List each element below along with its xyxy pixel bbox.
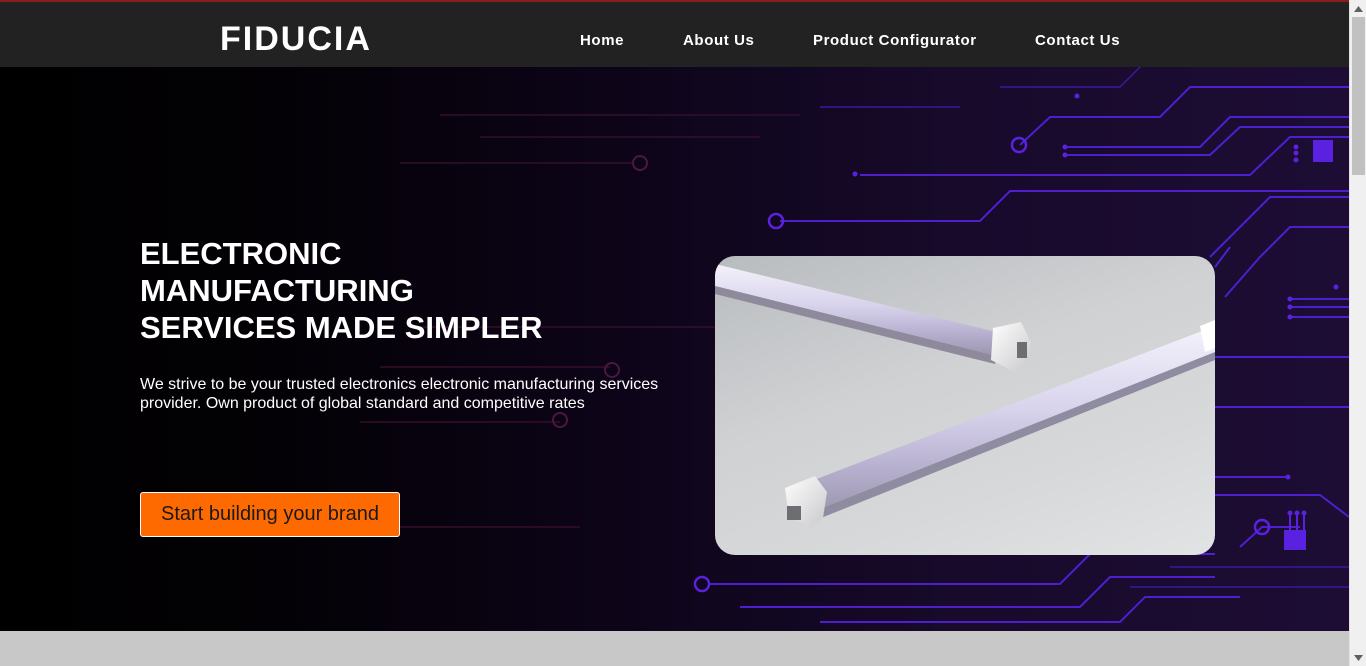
next-section-strip [0, 631, 1349, 666]
nav-about-us[interactable]: About Us [683, 32, 754, 49]
navbar: FIDUCIA Home About Us Product Configurat… [0, 2, 1349, 67]
hero-subtext: We strive to be your trusted electronics… [140, 376, 659, 412]
headline-line-1: ELECTRONIC [140, 236, 342, 271]
nav-home[interactable]: Home [580, 32, 624, 49]
scroll-down-arrow-icon[interactable] [1350, 649, 1366, 666]
brand-logo[interactable]: FIDUCIA [220, 20, 372, 59]
led-tube-lights-illustration [715, 264, 1215, 526]
scroll-up-arrow-icon[interactable] [1350, 0, 1366, 17]
headline-line-3: SERVICES MADE SIMPLER [140, 310, 543, 345]
headline-line-2: MANUFACTURING [140, 273, 414, 308]
browser-viewport: FIDUCIA Home About Us Product Configurat… [0, 0, 1349, 666]
vertical-scrollbar[interactable] [1349, 0, 1366, 666]
nav-product-configurator[interactable]: Product Configurator [813, 32, 977, 49]
hero-headline: ELECTRONIC MANUFACTURING SERVICES MADE S… [140, 235, 620, 346]
scroll-thumb[interactable] [1352, 17, 1365, 175]
product-image [715, 256, 1215, 555]
hero-section: ELECTRONIC MANUFACTURING SERVICES MADE S… [0, 67, 1349, 631]
start-building-brand-button[interactable]: Start building your brand [140, 492, 400, 537]
nav-contact-us[interactable]: Contact Us [1035, 32, 1120, 49]
